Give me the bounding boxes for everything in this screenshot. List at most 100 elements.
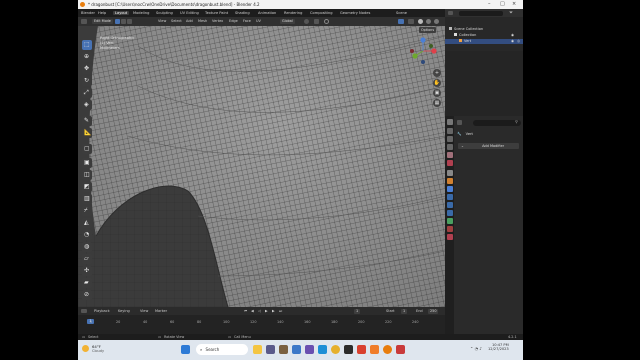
properties-search-field[interactable] <box>473 120 521 126</box>
overlay-icon[interactable] <box>398 19 404 24</box>
poly-build-icon[interactable]: ◭ <box>82 218 92 228</box>
timeline-editor-icon[interactable] <box>81 309 87 313</box>
add-cube-icon[interactable]: ▢ <box>82 144 92 154</box>
data-tab-icon[interactable] <box>446 218 453 224</box>
loop-cut-icon[interactable]: ▥ <box>82 194 92 204</box>
app-icon[interactable] <box>370 345 379 354</box>
vertex-select-icon[interactable] <box>115 19 120 24</box>
tab-sculpting[interactable]: Sculpting <box>156 11 173 15</box>
proportional-edit-icon[interactable] <box>324 19 329 24</box>
extrude-icon[interactable]: ▣ <box>82 158 92 168</box>
taskbar-search[interactable]: ⌕ Search <box>196 344 248 355</box>
visibility-eye-icon[interactable]: ◉ <box>511 39 514 44</box>
blender-taskbar-icon[interactable] <box>383 345 392 354</box>
modifier-tab-icon[interactable] <box>446 186 453 192</box>
shading-solid-icon[interactable] <box>418 19 423 24</box>
annotate-icon[interactable]: ✎ <box>82 116 92 126</box>
tab-rendering[interactable]: Rendering <box>284 11 302 15</box>
menu-timeline-view[interactable]: View <box>140 309 148 313</box>
chrome-icon[interactable] <box>331 345 340 354</box>
spin-icon[interactable]: ◔ <box>82 230 92 240</box>
edge-select-icon[interactable] <box>121 19 126 24</box>
tab-layout[interactable]: Layout <box>113 10 130 15</box>
projection-toggle-icon[interactable]: ▦ <box>433 99 441 107</box>
timeline-editor[interactable]: Playback Keying View Marker ⏮ ◀ ◁ ▶ ▶ ⏭ … <box>78 307 445 334</box>
clock[interactable]: 10:47 PM 12/27/2023 <box>488 343 509 351</box>
particles-tab-icon[interactable] <box>446 194 453 200</box>
constraints-tab-icon[interactable] <box>446 210 453 216</box>
tool-tab-icon[interactable] <box>446 119 453 125</box>
axis-gizmo-icon[interactable] <box>408 36 438 66</box>
prev-keyframe-button[interactable]: ◀ <box>251 309 254 313</box>
camera-render-icon[interactable]: ◎ <box>517 39 520 44</box>
app-icon[interactable] <box>344 345 353 354</box>
app-icon[interactable] <box>396 345 405 354</box>
tab-geometry-nodes[interactable]: Geometry Nodes <box>340 11 370 15</box>
play-button[interactable]: ▶ <box>265 309 268 313</box>
face-select-icon[interactable] <box>127 19 132 24</box>
collection-tab-icon[interactable] <box>446 170 453 176</box>
menu-uv[interactable]: UV <box>256 19 261 23</box>
inset-icon[interactable]: ◫ <box>82 170 92 180</box>
current-frame-field[interactable]: 1 <box>354 308 361 314</box>
editor-type-icon[interactable] <box>81 19 87 24</box>
start-frame-field[interactable]: 1 <box>401 308 408 314</box>
smooth-icon[interactable]: ◍ <box>82 242 92 252</box>
material-tab-icon[interactable] <box>446 226 453 232</box>
outliner-row-scene-collection[interactable]: Scene Collection <box>445 27 523 32</box>
maximize-button[interactable]: □ <box>500 1 505 7</box>
menu-edge[interactable]: Edge <box>229 19 238 23</box>
system-tray-icons[interactable]: ⌃ ◔ ♪ <box>470 346 482 351</box>
menu-keying[interactable]: Keying <box>118 309 130 313</box>
3d-viewport[interactable]: Right Orthographic (1) Vert Millimeters … <box>78 26 445 307</box>
pivot-icon[interactable] <box>304 19 309 24</box>
menu-select[interactable]: Select <box>171 19 182 23</box>
app-icon[interactable] <box>266 345 275 354</box>
bevel-icon[interactable]: ◩ <box>82 182 92 192</box>
outliner-editor-icon[interactable] <box>448 11 453 15</box>
properties-editor-icon[interactable] <box>457 120 462 125</box>
menu-playback[interactable]: Playback <box>94 309 110 313</box>
jump-start-button[interactable]: ⏮ <box>244 309 247 313</box>
shrink-fatten-icon[interactable]: ✣ <box>82 266 92 276</box>
filter-icon[interactable]: ⏷ <box>509 10 513 16</box>
end-frame-field[interactable]: 250 <box>428 308 439 314</box>
app-icon[interactable] <box>279 345 288 354</box>
texture-tab-icon[interactable] <box>446 234 453 240</box>
output-tab-icon[interactable] <box>446 136 453 142</box>
measure-icon[interactable]: 📐 <box>82 128 92 138</box>
outliner-row-vert[interactable]: Vert ◉ ◎ <box>445 39 523 44</box>
move-icon[interactable]: ✥ <box>82 64 92 74</box>
shear-icon[interactable]: ▰ <box>82 278 92 288</box>
app-icon[interactable] <box>305 345 314 354</box>
scene-tab-icon[interactable] <box>446 152 453 158</box>
world-tab-icon[interactable] <box>446 160 453 166</box>
scale-icon[interactable]: ⤢ <box>82 88 92 98</box>
shading-material-icon[interactable] <box>426 19 431 24</box>
knife-icon[interactable]: ⌿ <box>82 206 92 216</box>
object-tab-icon[interactable] <box>446 178 453 184</box>
outliner-search-field[interactable] <box>459 10 503 16</box>
close-button[interactable]: × <box>512 1 516 7</box>
menu-add[interactable]: Add <box>186 19 193 23</box>
xray-icon[interactable] <box>408 19 414 24</box>
play-reverse-button[interactable]: ◁ <box>258 309 261 313</box>
navigation-gizmo[interactable] <box>408 36 438 66</box>
menu-help[interactable]: Help <box>98 11 106 15</box>
tab-uv-editing[interactable]: UV Editing <box>180 11 199 15</box>
snap-icon[interactable] <box>314 19 319 24</box>
menu-marker[interactable]: Marker <box>155 309 167 313</box>
tab-texture-paint[interactable]: Texture Paint <box>205 11 228 15</box>
render-tab-icon[interactable] <box>446 128 453 134</box>
pin-icon[interactable]: ⚲ <box>515 119 518 124</box>
app-icon[interactable] <box>357 345 366 354</box>
add-modifier-button[interactable]: ⌄ Add Modifier <box>458 143 519 149</box>
options-dropdown[interactable]: Options <box>419 27 437 33</box>
edge-slide-icon[interactable]: ▱ <box>82 254 92 264</box>
mode-dropdown[interactable]: Edit Mode <box>92 18 113 24</box>
menu-vertex[interactable]: Vertex <box>212 19 223 23</box>
menu-mesh[interactable]: Mesh <box>198 19 207 23</box>
next-keyframe-button[interactable]: ▶ <box>272 309 275 313</box>
browser-icon[interactable] <box>318 345 327 354</box>
cursor-icon[interactable]: ⊕ <box>82 52 92 62</box>
